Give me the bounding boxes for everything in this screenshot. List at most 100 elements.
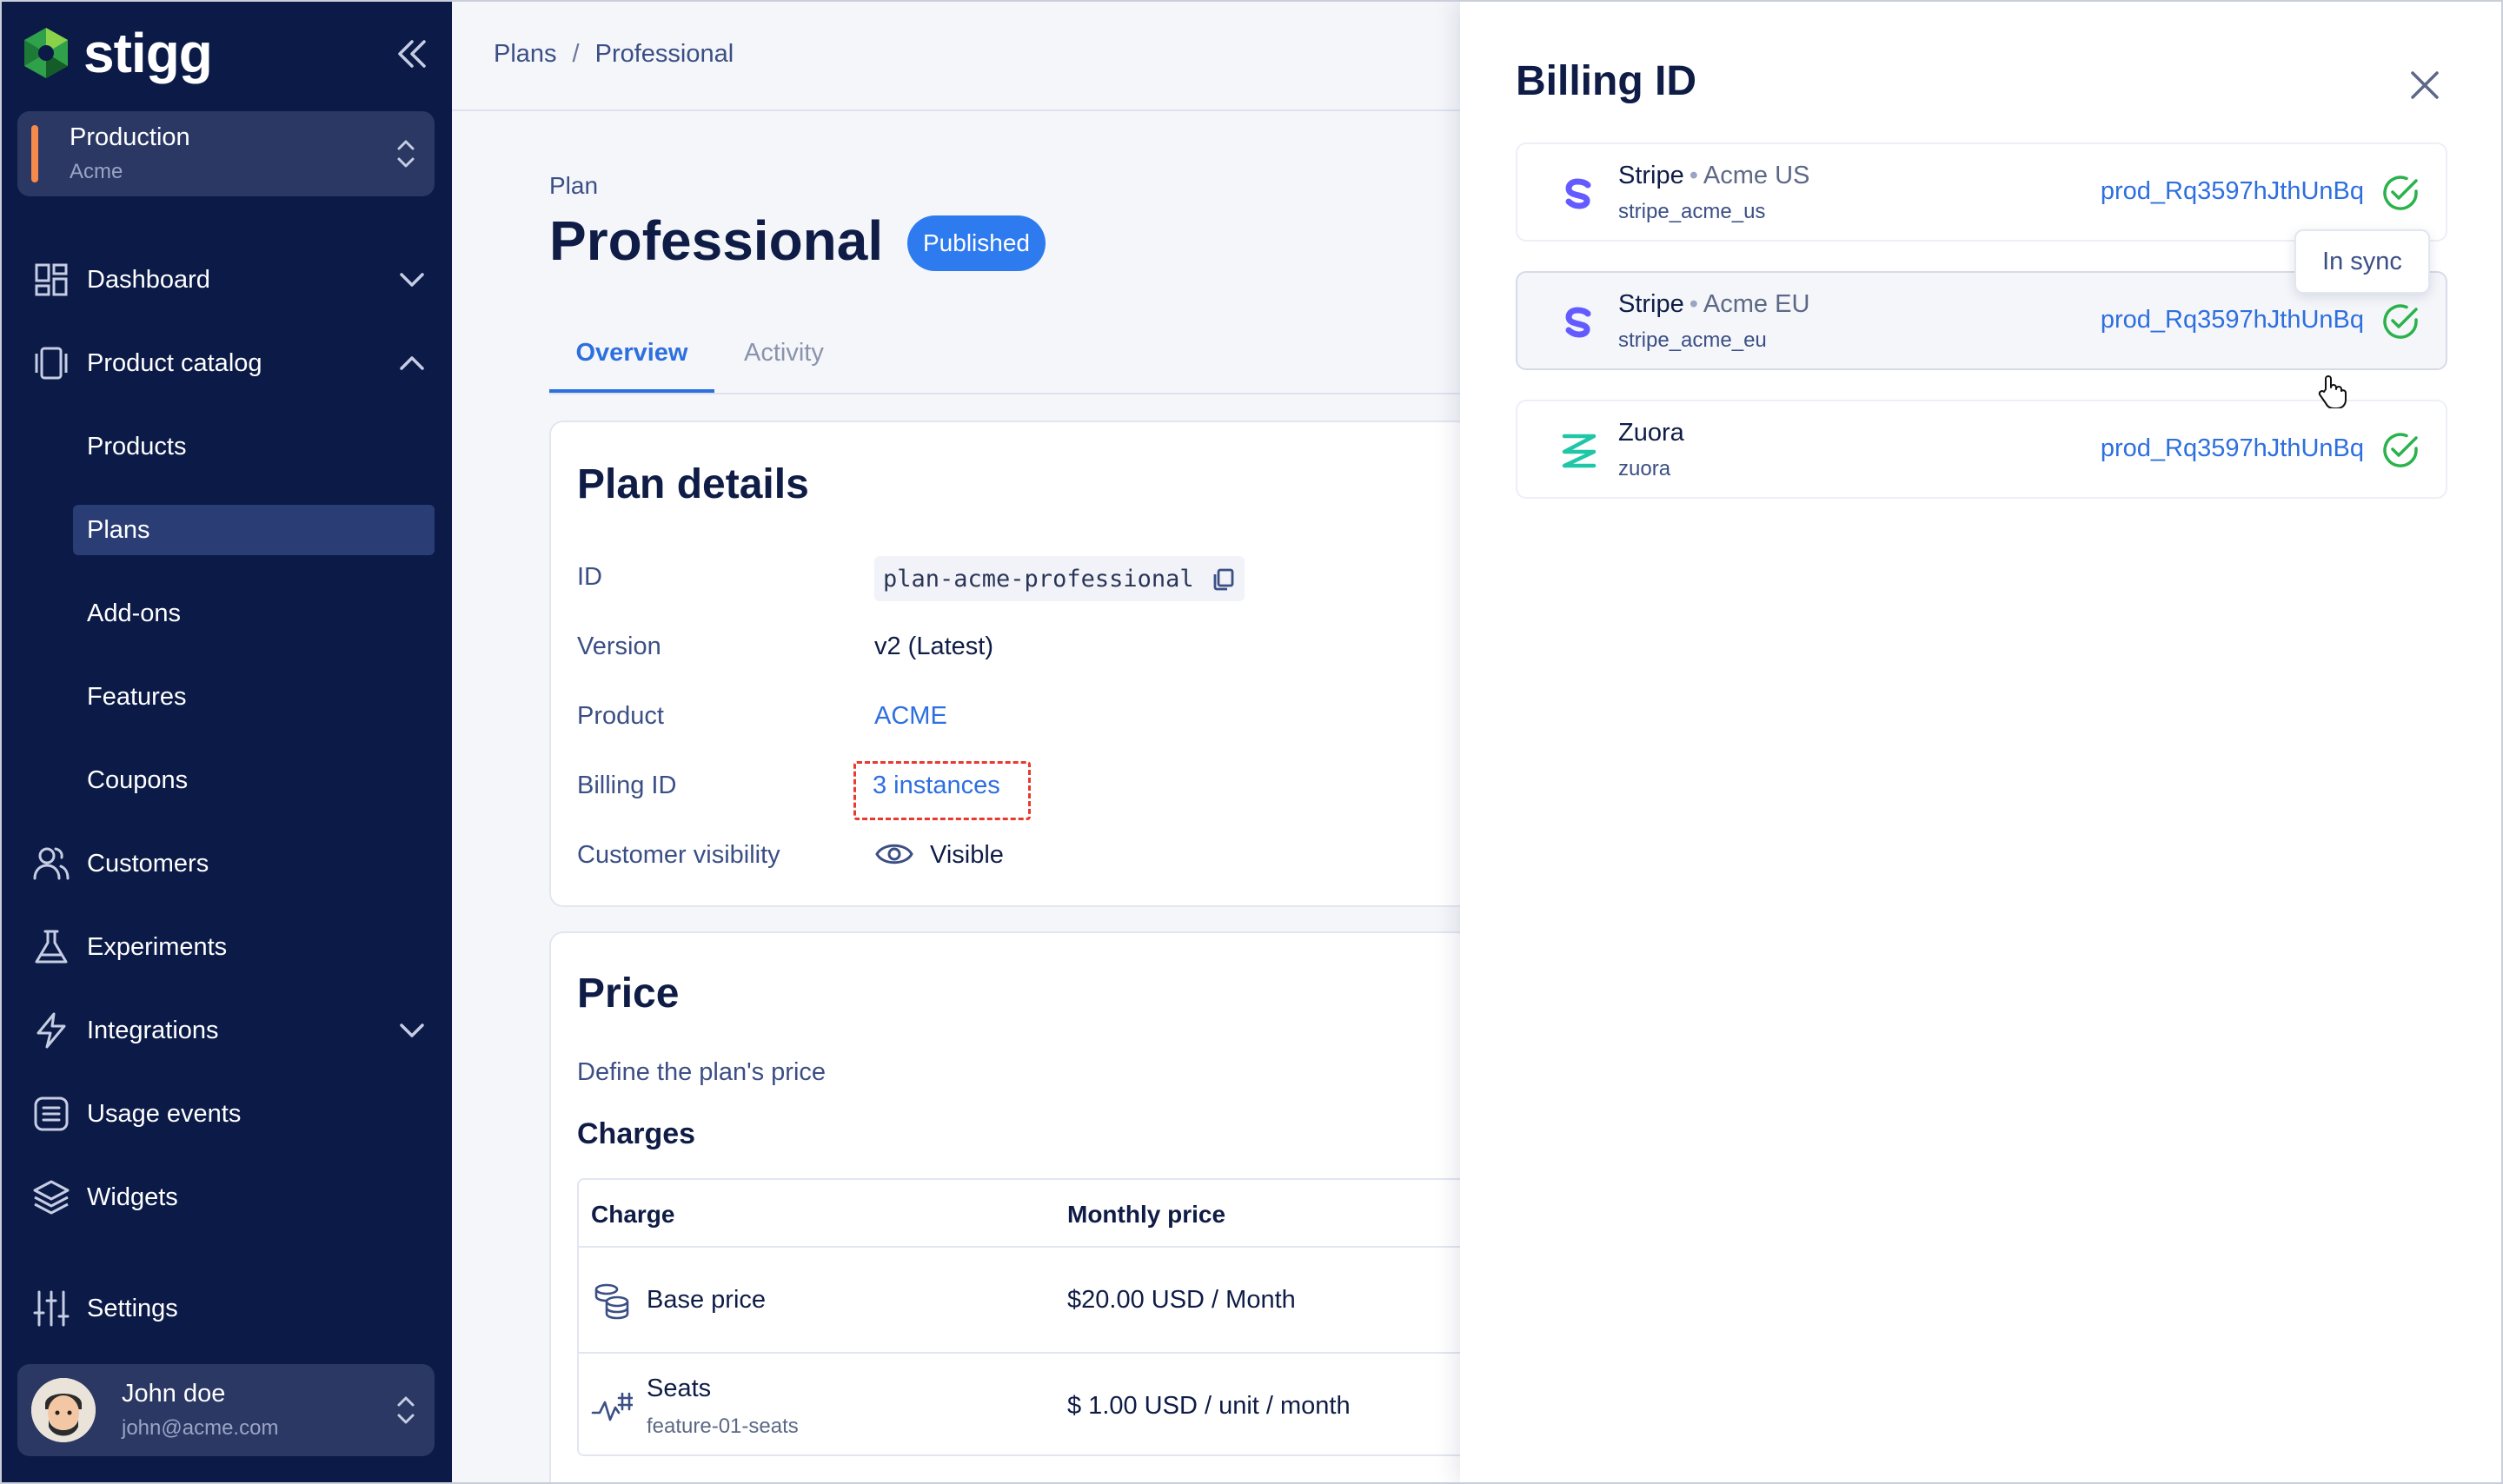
nav-label: Experiments: [87, 932, 228, 961]
integration-account: Acme EU: [1703, 290, 1810, 318]
separator-dot: •: [1689, 290, 1698, 318]
sidebar: stigg Production Acme Dashboard Product …: [0, 0, 452, 1484]
user-name: John doe: [122, 1380, 226, 1408]
nav-label: Products: [87, 432, 187, 460]
price-title: Price: [577, 971, 680, 1017]
copy-icon[interactable]: [1210, 566, 1236, 593]
nav-coupons[interactable]: Coupons: [73, 755, 435, 805]
nav-label: Settings: [87, 1294, 178, 1322]
integration-vendor: Zuora: [1618, 419, 1684, 447]
price-subtitle: Define the plan's price: [577, 1058, 827, 1086]
tab-activity[interactable]: Activity: [744, 339, 824, 393]
tab-bar: Overview Activity: [549, 334, 1471, 394]
charge-name: Base price: [647, 1286, 767, 1314]
nav-features[interactable]: Features: [73, 672, 435, 722]
pointer-cursor-icon: [2318, 375, 2347, 408]
nav-product-catalog[interactable]: Product catalog: [0, 333, 452, 394]
nav-label: Add-ons: [87, 599, 182, 627]
nav-experiments[interactable]: Experiments: [0, 917, 452, 977]
breadcrumb-current: Professional: [594, 40, 734, 68]
nav-usage-events[interactable]: Usage events: [0, 1083, 452, 1144]
billing-instances-link[interactable]: 3 instances: [873, 772, 1000, 800]
charge-column-header: Charge: [591, 1201, 675, 1228]
drawer-title: Billing ID: [1516, 58, 1696, 104]
stripe-icon: [1565, 307, 1591, 338]
version-value: v2 (Latest): [874, 633, 993, 660]
stigg-logo-icon: [24, 28, 68, 78]
integration-id: stripe_acme_eu: [1618, 328, 1767, 352]
product-label: Product: [577, 702, 664, 730]
plan-details-title: Plan details: [577, 461, 809, 507]
user-menu[interactable]: John doe john@acme.com: [17, 1364, 435, 1456]
integration-name: Stripe • Acme EU: [1618, 290, 1809, 319]
stripe-icon: [1565, 178, 1591, 209]
billing-product-link[interactable]: prod_Rq3597hJthUnBq: [2101, 434, 2364, 463]
product-link[interactable]: ACME: [874, 702, 947, 731]
billing-product-link[interactable]: prod_Rq3597hJthUnBq: [2101, 177, 2364, 206]
id-label: ID: [577, 563, 602, 591]
nav-widgets[interactable]: Widgets: [0, 1167, 452, 1228]
tab-overview[interactable]: Overview: [549, 339, 714, 393]
nav-products[interactable]: Products: [73, 421, 435, 472]
check-circle-icon[interactable]: [2380, 429, 2421, 471]
nav-customers[interactable]: Customers: [0, 833, 452, 894]
nav-label: Coupons: [87, 765, 189, 794]
integration-id: zuora: [1618, 457, 1671, 480]
breadcrumb-plans-link[interactable]: Plans: [494, 40, 557, 69]
integration-row[interactable]: Zuora zuora prod_Rq3597hJthUnBq: [1516, 400, 2447, 499]
environment-org: Acme: [70, 160, 123, 183]
nav-settings[interactable]: Settings: [0, 1278, 452, 1339]
version-label: Version: [577, 633, 661, 660]
check-circle-icon[interactable]: [2380, 301, 2421, 342]
sliders-icon: [33, 1290, 70, 1327]
nav-label: Integrations: [87, 1016, 219, 1044]
nav-label: Widgets: [87, 1183, 178, 1211]
nav-plans[interactable]: Plans: [73, 505, 435, 555]
monthly-price-column-header: Monthly price: [1067, 1201, 1226, 1228]
user-email: john@acme.com: [122, 1416, 279, 1440]
chevron-up-icon: [400, 356, 424, 370]
billing-product-link[interactable]: prod_Rq3597hJthUnBq: [2101, 306, 2364, 335]
integration-account: Acme US: [1703, 162, 1810, 189]
table-row[interactable]: Seats feature-01-seats $ 1.00 USD / unit…: [579, 1354, 1483, 1458]
separator-dot: •: [1689, 162, 1698, 189]
brand[interactable]: stigg: [17, 21, 213, 85]
usage-icon: [591, 1392, 633, 1421]
charge-name: Seats: [647, 1375, 712, 1402]
layers-icon: [33, 1180, 70, 1215]
charges-table: Charge Monthly price Base price $20.00 U…: [577, 1178, 1483, 1458]
nav-label: Usage events: [87, 1099, 242, 1128]
environment-color-bar: [31, 125, 38, 182]
check-circle-icon[interactable]: [2380, 172, 2421, 214]
flask-icon: [35, 930, 68, 964]
environment-switcher[interactable]: Production Acme: [17, 111, 435, 196]
nav-dashboard[interactable]: Dashboard: [0, 249, 452, 310]
page-title: Professional: [549, 209, 884, 272]
eye-icon: [875, 844, 913, 865]
integration-row[interactable]: Stripe • Acme US stripe_acme_us prod_Rq359…: [1516, 142, 2447, 242]
nav-label: Customers: [87, 849, 209, 878]
chevron-down-icon: [400, 1024, 424, 1037]
brand-name: stigg: [83, 22, 213, 84]
nav-label: Product catalog: [87, 348, 262, 377]
nav-label: Plans: [87, 515, 150, 544]
nav-addons[interactable]: Add-ons: [73, 588, 435, 639]
plan-details-card: Plan details ID plan-acme-professional V…: [549, 421, 1471, 907]
collapse-sidebar-icon[interactable]: [393, 35, 431, 73]
plan-id-text: plan-acme-professional: [883, 565, 1194, 593]
environment-name: Production: [70, 123, 190, 151]
users-icon: [33, 847, 70, 880]
in-sync-tooltip: In sync: [2294, 229, 2430, 294]
integration-name: Zuora: [1618, 419, 1695, 447]
bolt-icon: [37, 1012, 66, 1049]
breadcrumb-separator: /: [572, 40, 580, 68]
table-row[interactable]: Base price $20.00 USD / Month: [579, 1248, 1483, 1352]
close-icon[interactable]: [2407, 68, 2442, 103]
visibility-value: Visible: [930, 841, 1004, 869]
chevron-updown-icon: [397, 140, 415, 168]
nav-integrations[interactable]: Integrations: [0, 1000, 452, 1061]
catalog-icon: [35, 347, 68, 380]
charge-feature-id: feature-01-seats: [647, 1414, 799, 1438]
plan-id-value[interactable]: plan-acme-professional: [874, 556, 1245, 601]
chevron-down-icon: [400, 273, 424, 287]
